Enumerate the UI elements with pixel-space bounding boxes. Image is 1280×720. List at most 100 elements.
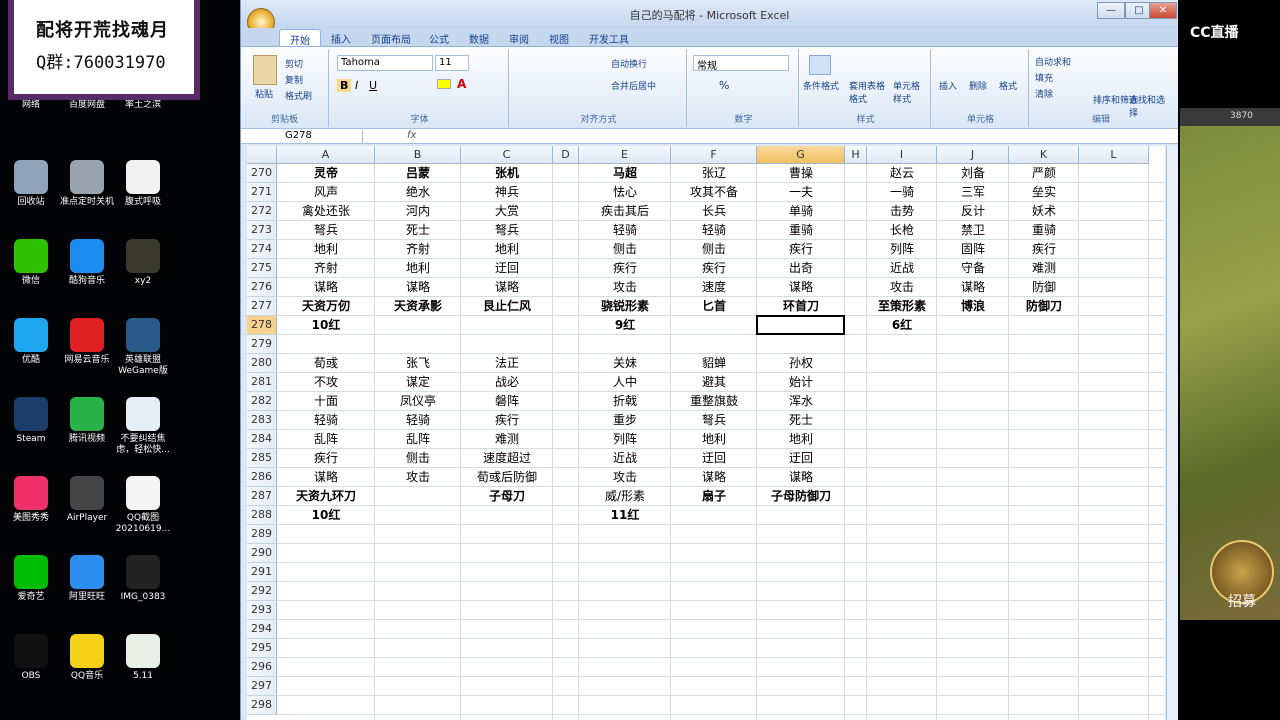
format-cells-button[interactable]: 格式 <box>999 79 1017 92</box>
cell-f276[interactable]: 速度 <box>671 278 757 297</box>
column-header-c[interactable]: C <box>461 146 553 164</box>
tab-formulas[interactable]: 公式 <box>419 29 459 46</box>
cell-i271[interactable]: 一骑 <box>867 183 937 202</box>
cell-g284[interactable]: 地利 <box>757 430 845 449</box>
cell-a284[interactable]: 乱阵 <box>277 430 375 449</box>
row-header-287[interactable]: 287 <box>247 487 277 506</box>
cell-b286[interactable]: 攻击 <box>375 468 461 487</box>
column-header-h[interactable]: H <box>845 146 867 164</box>
row-header-293[interactable]: 293 <box>247 601 277 620</box>
cell-j270[interactable]: 刘备 <box>937 164 1009 183</box>
cell-c281[interactable]: 战必 <box>461 373 553 392</box>
cell-c280[interactable]: 法正 <box>461 354 553 373</box>
paste-icon[interactable] <box>253 55 277 85</box>
cell-g280[interactable]: 孙权 <box>757 354 845 373</box>
cell-a276[interactable]: 谋略 <box>277 278 375 297</box>
cell-e277[interactable]: 骁锐形素 <box>579 297 671 316</box>
cell-e270[interactable]: 马超 <box>579 164 671 183</box>
cell-b277[interactable]: 天资承影 <box>375 297 461 316</box>
cell-i276[interactable]: 攻击 <box>867 278 937 297</box>
column-header-l[interactable]: L <box>1079 146 1149 164</box>
row-header-271[interactable]: 271 <box>247 183 277 202</box>
cell-i275[interactable]: 近战 <box>867 259 937 278</box>
cell-g272[interactable]: 单骑 <box>757 202 845 221</box>
tab-page-layout[interactable]: 页面布局 <box>361 29 421 46</box>
desktop-icon-7[interactable]: 微信 <box>0 239 62 287</box>
cell-b270[interactable]: 吕蒙 <box>375 164 461 183</box>
row-header-277[interactable]: 277 <box>247 297 277 316</box>
cell-f285[interactable]: 迂回 <box>671 449 757 468</box>
row-header-278[interactable]: 278 <box>247 316 277 335</box>
desktop-icon-21[interactable]: IMG_0383 <box>112 555 174 603</box>
fill-button[interactable]: 填充 <box>1035 71 1053 84</box>
name-box[interactable]: G278 <box>243 130 363 143</box>
cell-i273[interactable]: 长枪 <box>867 221 937 240</box>
tab-developer[interactable]: 开发工具 <box>579 29 639 46</box>
row-header-290[interactable]: 290 <box>247 544 277 563</box>
desktop-icon-15[interactable]: 不要纠结焦虑，轻松快... <box>112 397 174 456</box>
tab-view[interactable]: 视图 <box>539 29 579 46</box>
merge-center-button[interactable]: 合并后居中 <box>611 79 656 92</box>
cell-k273[interactable]: 重骑 <box>1009 221 1079 240</box>
row-header-298[interactable]: 298 <box>247 696 277 715</box>
desktop-icon-8[interactable]: 酷狗音乐 <box>56 239 118 287</box>
cell-f283[interactable]: 弩兵 <box>671 411 757 430</box>
fill-color-icon[interactable] <box>437 79 451 89</box>
cell-f281[interactable]: 避其 <box>671 373 757 392</box>
row-header-286[interactable]: 286 <box>247 468 277 487</box>
row-header-292[interactable]: 292 <box>247 582 277 601</box>
cell-g283[interactable]: 死士 <box>757 411 845 430</box>
cell-a283[interactable]: 轻骑 <box>277 411 375 430</box>
bold-button[interactable]: B <box>337 79 352 92</box>
cell-i272[interactable]: 击势 <box>867 202 937 221</box>
cell-a288[interactable]: 10红 <box>277 506 375 525</box>
font-name-select[interactable]: Tahoma <box>337 55 433 71</box>
cell-b282[interactable]: 凤仪亭 <box>375 392 461 411</box>
cell-g274[interactable]: 疾行 <box>757 240 845 259</box>
cell-f275[interactable]: 疾行 <box>671 259 757 278</box>
cell-i277[interactable]: 至策形素 <box>867 297 937 316</box>
cell-f280[interactable]: 貂蝉 <box>671 354 757 373</box>
column-header-f[interactable]: F <box>671 146 757 164</box>
cell-f270[interactable]: 张辽 <box>671 164 757 183</box>
tab-home[interactable]: 开始 <box>279 29 321 47</box>
cell-e285[interactable]: 近战 <box>579 449 671 468</box>
cell-a282[interactable]: 十面 <box>277 392 375 411</box>
wrap-text-button[interactable]: 自动换行 <box>611 57 647 70</box>
desktop-icon-12[interactable]: 英雄联盟WeGame版 <box>112 318 174 377</box>
cell-c282[interactable]: 磐阵 <box>461 392 553 411</box>
cell-g271[interactable]: 一夫 <box>757 183 845 202</box>
cell-e287[interactable]: 威/形素 <box>579 487 671 506</box>
row-header-297[interactable]: 297 <box>247 677 277 696</box>
cell-c271[interactable]: 神兵 <box>461 183 553 202</box>
row-header-283[interactable]: 283 <box>247 411 277 430</box>
cell-j272[interactable]: 反计 <box>937 202 1009 221</box>
column-header-d[interactable]: D <box>553 146 579 164</box>
cell-a274[interactable]: 地利 <box>277 240 375 259</box>
cell-b276[interactable]: 谋略 <box>375 278 461 297</box>
cell-e282[interactable]: 折戟 <box>579 392 671 411</box>
cell-a286[interactable]: 谋略 <box>277 468 375 487</box>
column-header-a[interactable]: A <box>277 146 375 164</box>
cell-e283[interactable]: 重步 <box>579 411 671 430</box>
conditional-format-icon[interactable] <box>809 55 831 75</box>
cell-a277[interactable]: 天资万仞 <box>277 297 375 316</box>
cell-e275[interactable]: 疾行 <box>579 259 671 278</box>
clear-button[interactable]: 清除 <box>1035 87 1053 100</box>
column-header-i[interactable]: I <box>867 146 937 164</box>
cell-a278[interactable]: 10红 <box>277 316 375 335</box>
copy-button[interactable]: 复制 <box>285 73 303 86</box>
desktop-icon-5[interactable]: 准点定时关机 <box>56 160 118 208</box>
desktop-icon-14[interactable]: 腾讯视频 <box>56 397 118 445</box>
cell-b274[interactable]: 齐射 <box>375 240 461 259</box>
desktop-icon-17[interactable]: AirPlayer <box>56 476 118 524</box>
row-header-295[interactable]: 295 <box>247 639 277 658</box>
cell-k276[interactable]: 防御 <box>1009 278 1079 297</box>
insert-cells-button[interactable]: 插入 <box>939 79 957 92</box>
cell-c286[interactable]: 荀彧后防御 <box>461 468 553 487</box>
cell-j271[interactable]: 三军 <box>937 183 1009 202</box>
cell-g275[interactable]: 出奇 <box>757 259 845 278</box>
row-header-280[interactable]: 280 <box>247 354 277 373</box>
cell-b283[interactable]: 轻骑 <box>375 411 461 430</box>
cell-i278[interactable]: 6红 <box>867 316 937 335</box>
